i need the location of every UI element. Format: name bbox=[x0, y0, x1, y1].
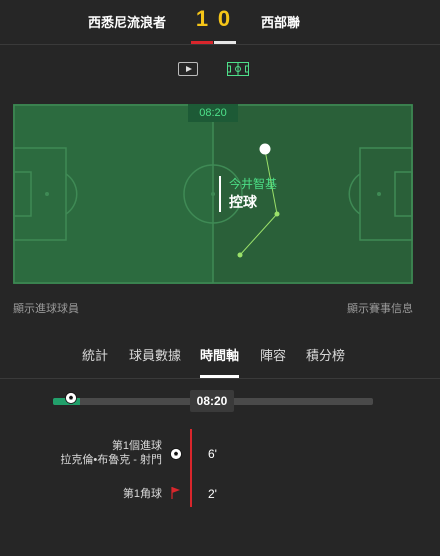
show-events-link[interactable]: 顯示賽事信息 bbox=[347, 300, 413, 316]
scoreboard: 西悉尼流浪者 1 0 西部聯 bbox=[0, 0, 440, 45]
player-possession-label: 今井智基 控球 bbox=[219, 176, 277, 212]
tab-standings[interactable]: 積分榜 bbox=[306, 345, 345, 364]
player-action: 控球 bbox=[229, 194, 257, 210]
soccer-ball-icon bbox=[170, 447, 182, 465]
tab-stats[interactable]: 統計 bbox=[82, 345, 108, 364]
video-view-icon[interactable] bbox=[178, 62, 198, 76]
player-name: 今井智基 bbox=[229, 177, 278, 191]
tab-timeline[interactable]: 時間軸 bbox=[200, 345, 239, 364]
event-detail: 拉克倫•布魯克 - 射門 bbox=[60, 454, 162, 466]
tab-player-data[interactable]: 球員數據 bbox=[129, 345, 181, 364]
event-corner-text: 第1角球 bbox=[123, 487, 162, 501]
event-goal-minute: 6' bbox=[208, 447, 217, 461]
away-score-indicator bbox=[214, 41, 236, 44]
away-team-name: 西部聯 bbox=[261, 15, 301, 30]
timeline-divider bbox=[190, 429, 192, 507]
event-title: 第1角球 bbox=[122, 488, 162, 500]
active-tab-indicator bbox=[200, 375, 239, 378]
timeline-current-time: 08:20 bbox=[190, 390, 234, 412]
pitch-visualization bbox=[13, 104, 413, 284]
view-switcher bbox=[0, 62, 440, 78]
home-score: 1 bbox=[195, 6, 209, 31]
home-team-name: 西悉尼流浪者 bbox=[88, 15, 167, 30]
event-goal-text: 第1個進球 拉克倫•布魯克 - 射門 bbox=[60, 439, 162, 467]
away-score: 0 bbox=[217, 6, 231, 31]
timeline-goal-marker-icon[interactable] bbox=[65, 391, 77, 409]
tab-lineup[interactable]: 陣容 bbox=[260, 345, 286, 364]
tab-bar: 統計 球員數據 時間軸 陣容 積分榜 bbox=[0, 345, 440, 379]
event-title: 第1個進球 bbox=[111, 440, 162, 452]
ball-position bbox=[259, 143, 271, 155]
home-score-indicator bbox=[191, 41, 213, 44]
match-clock-badge: 08:20 bbox=[188, 104, 238, 122]
event-corner-minute: 2' bbox=[208, 487, 217, 501]
show-scorers-link[interactable]: 顯示進球球員 bbox=[13, 300, 79, 316]
pitch-view-icon[interactable] bbox=[227, 62, 249, 76]
corner-flag-icon bbox=[170, 486, 182, 505]
